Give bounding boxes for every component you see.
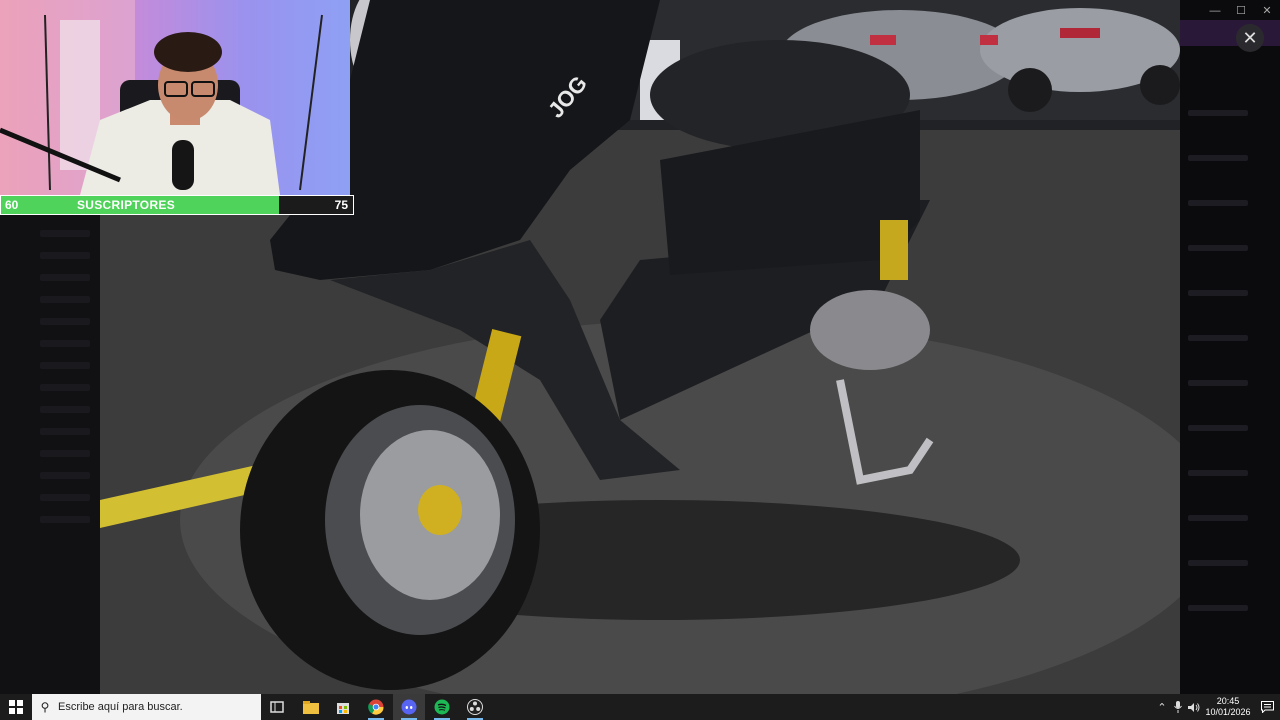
search-placeholder: Escribe aquí para buscar. bbox=[58, 701, 183, 713]
background-list-row bbox=[40, 362, 90, 369]
background-panel-row bbox=[1188, 605, 1248, 611]
background-list-row bbox=[40, 450, 90, 457]
streamer-webcam-image bbox=[0, 0, 323, 195]
start-button[interactable] bbox=[0, 694, 32, 720]
background-list-row bbox=[40, 384, 90, 391]
goal-target-value: 75 bbox=[334, 198, 348, 212]
file-explorer-icon[interactable] bbox=[295, 694, 327, 720]
obs-icon[interactable] bbox=[459, 694, 491, 720]
system-tray: ⌃ 20:45 10/01/2026 bbox=[1154, 694, 1280, 720]
webcam-overlay bbox=[0, 0, 350, 195]
subscriber-goal-bar: 60 SUSCRIPTORES 75 bbox=[0, 195, 354, 215]
taskbar-search-box[interactable]: ⚲ Escribe aquí para buscar. bbox=[32, 694, 261, 720]
background-list-row bbox=[40, 230, 90, 237]
background-list-row bbox=[40, 252, 90, 259]
goal-label: SUSCRIPTORES bbox=[76, 198, 176, 212]
windows-logo-icon bbox=[9, 700, 23, 714]
background-panel-row bbox=[1188, 110, 1248, 116]
background-right-panel bbox=[1180, 0, 1280, 694]
background-panel-row bbox=[1188, 155, 1248, 161]
background-panel-row bbox=[1188, 380, 1248, 386]
maximize-icon[interactable]: ☐ bbox=[1228, 4, 1254, 18]
chevron-up-icon[interactable]: ⌃ bbox=[1154, 694, 1170, 720]
window-close-icon[interactable]: ✕ bbox=[1254, 4, 1280, 18]
background-list-row bbox=[40, 472, 90, 479]
speaker-icon[interactable] bbox=[1186, 694, 1202, 720]
chrome-icon[interactable] bbox=[360, 694, 392, 720]
task-view-icon[interactable] bbox=[261, 694, 293, 720]
notification-icon[interactable] bbox=[1254, 694, 1280, 720]
clock-date: 10/01/2026 bbox=[1205, 707, 1251, 717]
background-panel-row bbox=[1188, 515, 1248, 521]
window-controls: — ☐ ✕ bbox=[1202, 4, 1280, 18]
background-panel-row bbox=[1188, 245, 1248, 251]
background-panel-row bbox=[1188, 470, 1248, 476]
minimize-icon[interactable]: — bbox=[1202, 4, 1228, 18]
viewer-close-button[interactable]: ✕ bbox=[1236, 24, 1264, 52]
background-panel-row bbox=[1188, 425, 1248, 431]
background-header-strip bbox=[1180, 20, 1280, 46]
spotify-icon[interactable] bbox=[426, 694, 458, 720]
background-panel-row bbox=[1188, 335, 1248, 341]
taskbar-clock[interactable]: 20:45 10/01/2026 bbox=[1202, 696, 1254, 718]
search-icon: ⚲ bbox=[40, 700, 50, 714]
store-icon[interactable] bbox=[327, 694, 359, 720]
background-panel-row bbox=[1188, 560, 1248, 566]
discord-icon[interactable] bbox=[393, 694, 425, 720]
background-list-row bbox=[40, 406, 90, 413]
background-list-row bbox=[40, 296, 90, 303]
background-list-row bbox=[40, 274, 90, 281]
background-panel-row bbox=[1188, 200, 1248, 206]
background-list-row bbox=[40, 494, 90, 501]
background-list-row bbox=[40, 340, 90, 347]
background-list-row bbox=[40, 428, 90, 435]
background-list-row bbox=[40, 516, 90, 523]
background-panel-row bbox=[1188, 290, 1248, 296]
background-list-row bbox=[40, 318, 90, 325]
microphone-icon[interactable] bbox=[1170, 694, 1186, 720]
windows-taskbar: ⚲ Escribe aquí para buscar. ⌃ 20:45 10/0… bbox=[0, 694, 1280, 720]
clock-time: 20:45 bbox=[1216, 696, 1240, 706]
